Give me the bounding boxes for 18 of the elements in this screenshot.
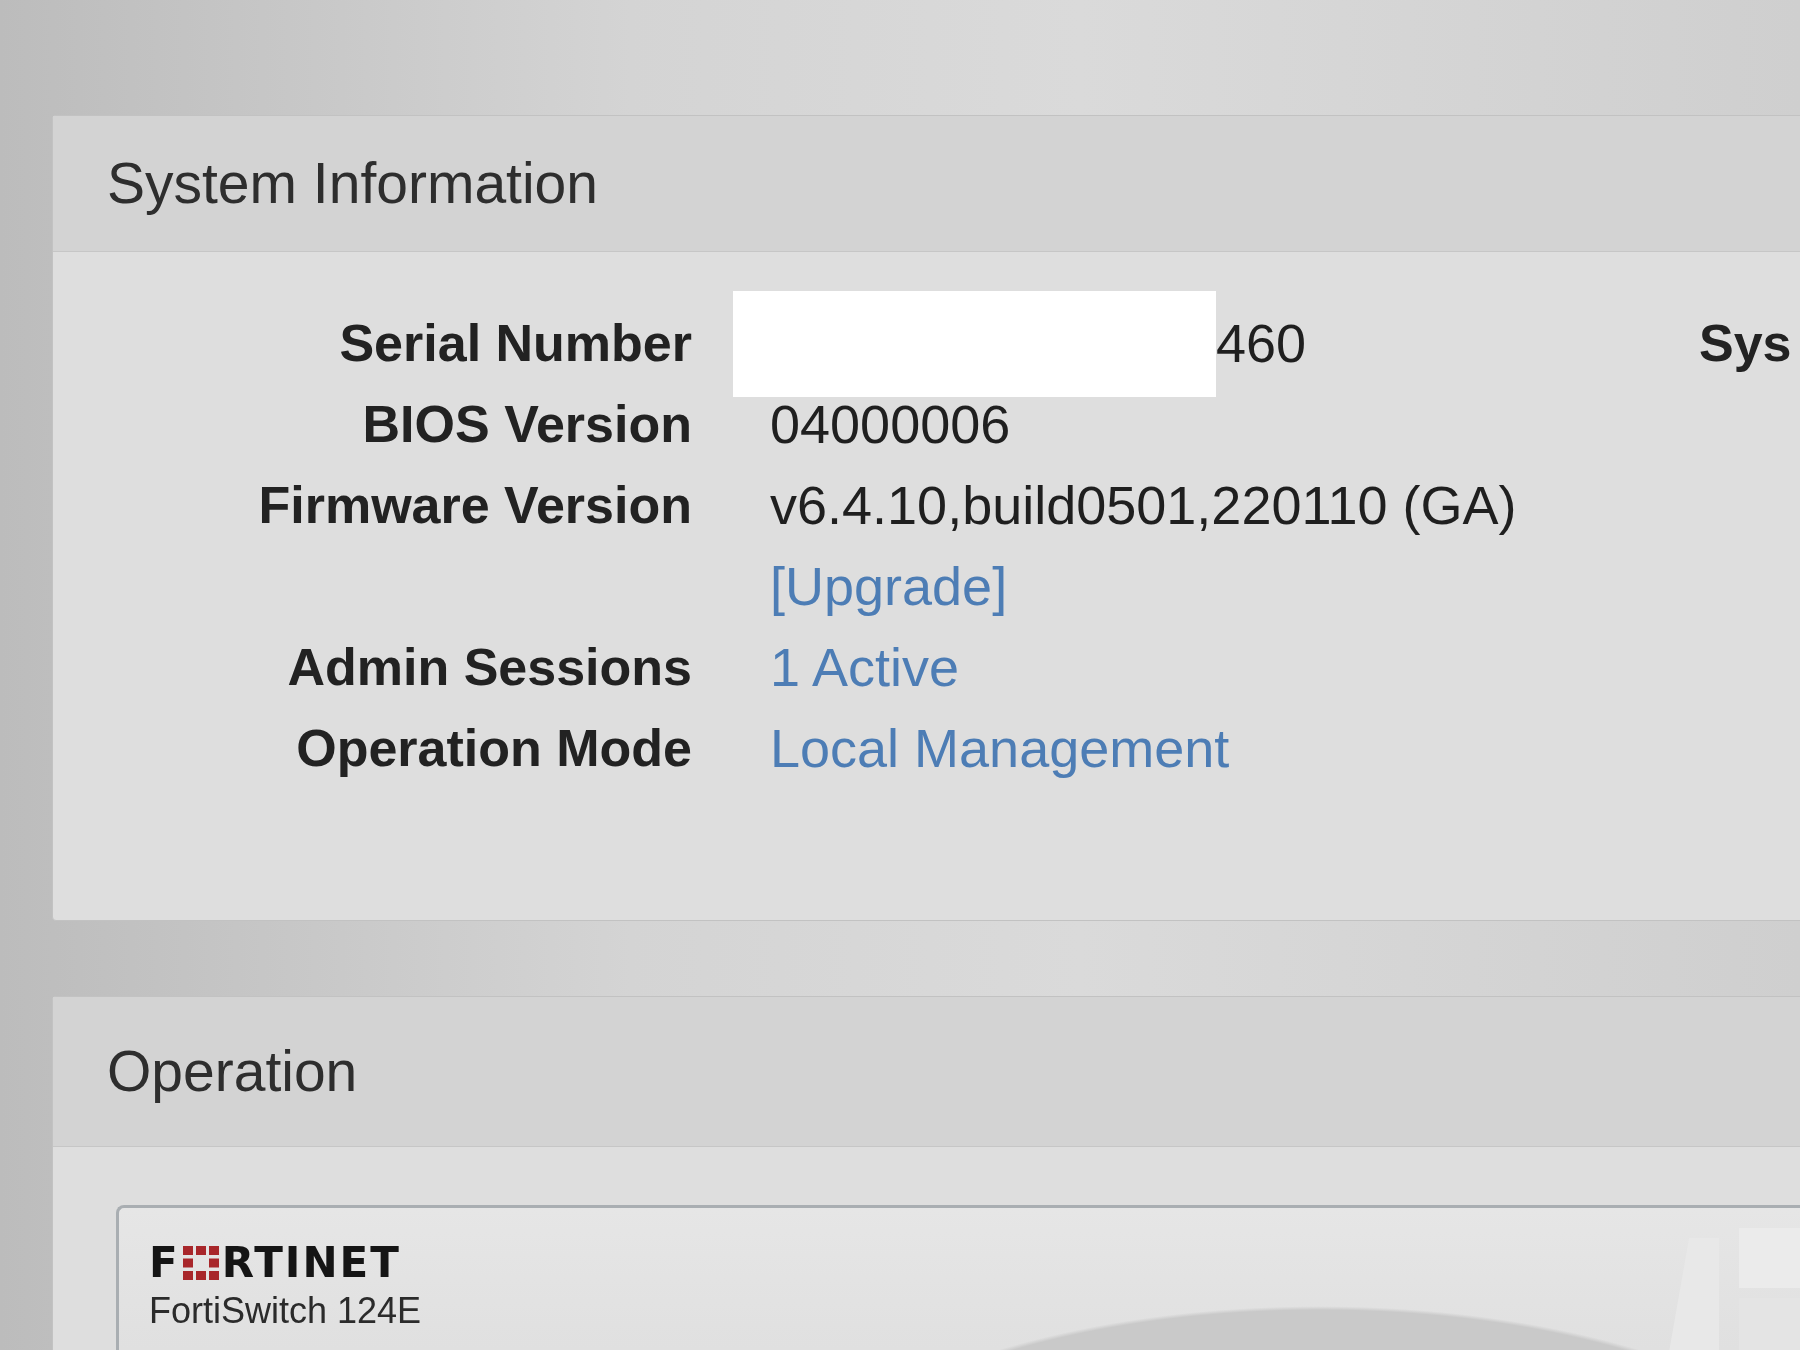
field-label: Operation Mode: [296, 718, 692, 777]
panel-title: System Information: [107, 152, 598, 215]
field-label: Serial Number: [339, 313, 692, 372]
field-value: 04000006: [770, 393, 1011, 454]
field-label: Sys: [1699, 313, 1792, 372]
field-value: v6.4.10,build0501,220110 (GA): [770, 474, 1517, 535]
device-model: FortiSwitch 124E: [149, 1290, 422, 1332]
field-value: 460: [1216, 312, 1307, 373]
logo-mark-icon: [182, 1246, 219, 1280]
field-label: BIOS Version: [362, 394, 692, 453]
value-link[interactable]: [Upgrade]: [770, 555, 1008, 616]
logo-wordmark: F: [149, 1242, 180, 1284]
logo-wordmark: RTINET: [221, 1242, 401, 1284]
field-label: Admin Sessions: [287, 637, 692, 696]
field-label: Firmware Version: [258, 475, 692, 534]
panel-title: Operation: [107, 1040, 358, 1103]
value-link[interactable]: Local Management: [770, 717, 1230, 778]
value-link[interactable]: 1 Active: [770, 636, 960, 697]
